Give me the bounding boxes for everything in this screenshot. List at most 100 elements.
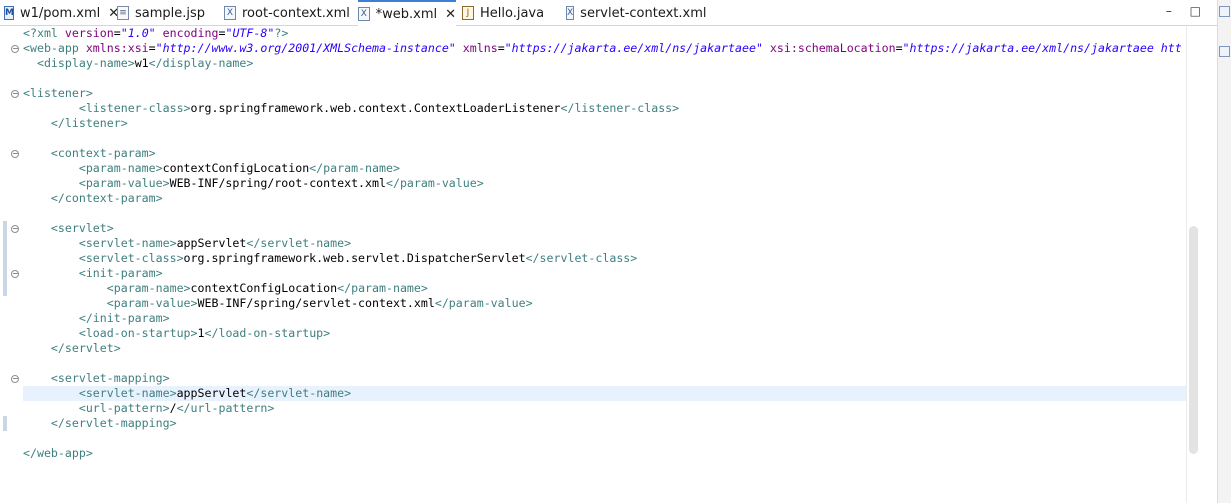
- code-line[interactable]: <param-value>WEB-INF/spring/root-context…: [23, 176, 1186, 191]
- code-line[interactable]: <servlet-name>appServlet</servlet-name>: [23, 386, 1186, 401]
- xml-file-icon: X: [566, 6, 575, 20]
- tab-1[interactable]: ≡ sample.jsp: [117, 0, 217, 26]
- tab-2[interactable]: Xroot-context.xml: [224, 0, 352, 26]
- code-token: xmlns:xsi: [85, 41, 149, 55]
- code-token: =: [497, 41, 505, 55]
- code-token: =: [148, 41, 156, 55]
- code-token: 1: [197, 326, 205, 340]
- code-line[interactable]: <servlet-mapping>: [23, 371, 1186, 386]
- code-token: </servlet-class>: [525, 251, 638, 265]
- code-token: <load-on-startup>: [78, 326, 198, 340]
- code-line[interactable]: [23, 71, 1186, 86]
- code-line[interactable]: <display-name>w1</display-name>: [23, 56, 1186, 71]
- maven-file-icon: M: [4, 6, 14, 20]
- xml-editor[interactable]: − − − − − − <?xml version="1.0" encoding="UTF…: [0, 26, 1186, 503]
- code-token: </param-value>: [434, 296, 533, 310]
- tab-label: root-context.xml: [242, 5, 350, 21]
- fold-toggle-icon[interactable]: −: [11, 270, 19, 278]
- fold-toggle-icon[interactable]: −: [11, 45, 19, 53]
- code-line[interactable]: </web-app>: [23, 446, 1186, 461]
- code-token: "https://jakarta.ee/xml/ns/jakartaee htt: [902, 41, 1182, 55]
- fold-toggle-icon[interactable]: −: [11, 375, 19, 383]
- close-icon[interactable]: ✕: [445, 8, 456, 21]
- minimize-icon[interactable]: –: [1166, 4, 1172, 18]
- code-token: <param-name>: [78, 161, 163, 175]
- code-line[interactable]: <servlet>: [23, 221, 1186, 236]
- tab-label: sample.jsp: [135, 5, 206, 21]
- code-token: contextConfigLocation: [190, 281, 338, 295]
- code-token: </url-pattern>: [176, 401, 275, 415]
- code-line[interactable]: <servlet-name>appServlet</servlet-name>: [23, 236, 1186, 251]
- fold-toggle-icon[interactable]: −: [11, 225, 19, 233]
- code-line[interactable]: <param-value>WEB-INF/spring/servlet-cont…: [23, 296, 1186, 311]
- code-token: ?>: [274, 26, 289, 40]
- tab-3[interactable]: X *web.xml ✕: [358, 0, 456, 26]
- code-line[interactable]: <listener-class>org.springframework.web.…: [23, 101, 1186, 116]
- window-buttons: – □: [1152, 4, 1201, 18]
- code-line[interactable]: <web-app xmlns:xsi="http://www.w3.org/20…: [23, 41, 1186, 56]
- scrollbar-thumb[interactable]: [1189, 226, 1198, 454]
- java-file-icon: J: [462, 6, 474, 20]
- code-token: org.springframework.web.servlet.Dispatch…: [183, 251, 526, 265]
- right-trim-stack: [1217, 0, 1231, 503]
- code-line[interactable]: <url-pattern>/</url-pattern>: [23, 401, 1186, 416]
- code-line[interactable]: <param-name>contextConfigLocation</param…: [23, 161, 1186, 176]
- code-line[interactable]: </servlet-mapping>: [23, 416, 1186, 431]
- code-token: <param-value>: [106, 296, 198, 310]
- tab-0[interactable]: Mw1/pom.xml ✕: [4, 0, 119, 26]
- code-line[interactable]: <init-param>: [23, 266, 1186, 281]
- code-token: <display-name>: [36, 56, 135, 70]
- code-line[interactable]: <context-param>: [23, 146, 1186, 161]
- code-token: </web-app>: [23, 446, 93, 460]
- code-line[interactable]: [23, 131, 1186, 146]
- maximize-icon[interactable]: □: [1190, 4, 1201, 18]
- code-token: <servlet>: [50, 221, 114, 235]
- restore-icon[interactable]: [1219, 6, 1230, 17]
- code-line[interactable]: [23, 206, 1186, 221]
- fold-toggle-icon[interactable]: −: [11, 150, 19, 158]
- code-line[interactable]: <?xml version="1.0" encoding="UTF-8"?>: [23, 26, 1186, 41]
- code-line[interactable]: <listener>: [23, 86, 1186, 101]
- fold-toggle-icon[interactable]: −: [11, 90, 19, 98]
- code-line[interactable]: </init-param>: [23, 311, 1186, 326]
- code-line[interactable]: <param-name>contextConfigLocation</param…: [23, 281, 1186, 296]
- change-marker: [3, 221, 7, 296]
- code-token: <url-pattern>: [78, 401, 170, 415]
- change-marker: [3, 416, 7, 431]
- code-token: </load-on-startup>: [204, 326, 331, 340]
- code-token: encoding: [162, 26, 219, 40]
- tab-4[interactable]: J Hello.java: [462, 0, 560, 26]
- code-line[interactable]: </listener>: [23, 116, 1186, 131]
- code-line[interactable]: [23, 431, 1186, 446]
- code-token: contextConfigLocation: [162, 161, 310, 175]
- code-line[interactable]: </context-param>: [23, 191, 1186, 206]
- code-token: appServlet: [176, 236, 247, 250]
- code-line[interactable]: </servlet>: [23, 341, 1186, 356]
- code-token: <init-param>: [78, 266, 163, 280]
- editor-ruler: − − − − − −: [0, 26, 22, 503]
- code-token: =: [113, 26, 121, 40]
- xml-file-icon: X: [358, 7, 370, 21]
- code-token: <servlet-name>: [78, 236, 177, 250]
- code-line[interactable]: <servlet-class>org.springframework.web.s…: [23, 251, 1186, 266]
- vertical-scrollbar[interactable]: [1186, 26, 1200, 503]
- outline-view-icon[interactable]: [1219, 46, 1230, 57]
- code-token: </servlet>: [50, 341, 121, 355]
- code-line[interactable]: [23, 356, 1186, 371]
- xml-file-icon: X: [224, 6, 236, 20]
- code-line[interactable]: <load-on-startup>1</load-on-startup>: [23, 326, 1186, 341]
- code-token: <?xml: [23, 26, 65, 40]
- tab-5[interactable]: Xservlet-context.xml: [566, 0, 706, 26]
